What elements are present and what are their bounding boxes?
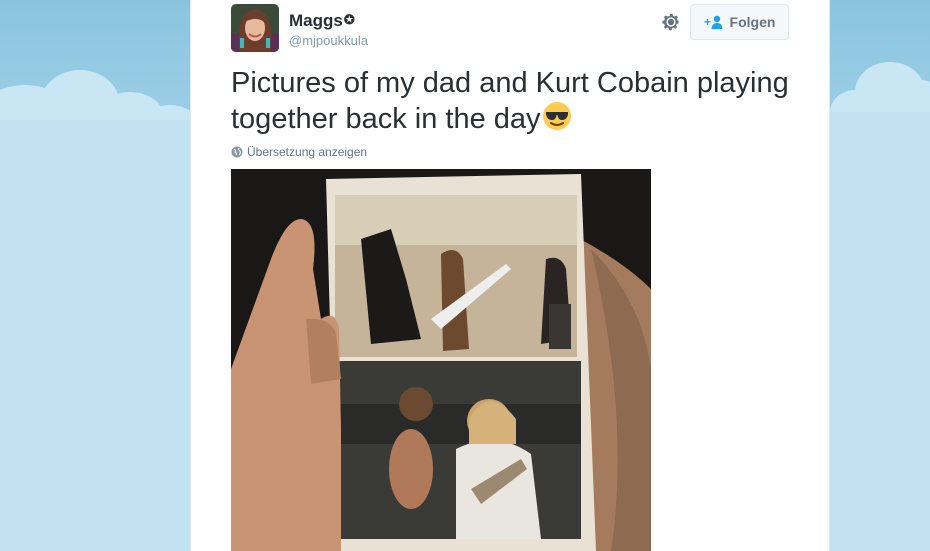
sunglasses-emoji-icon: [542, 101, 572, 131]
user-handle[interactable]: @mjpoukkula: [289, 33, 368, 48]
globe-icon: [231, 146, 243, 158]
add-user-icon: +: [704, 15, 723, 29]
cloud-base: [0, 120, 190, 551]
display-name[interactable]: Maggs✪: [289, 11, 355, 31]
gear-icon[interactable]: [660, 11, 682, 33]
translate-label: Übersetzung anzeigen: [247, 145, 368, 159]
follow-button[interactable]: + Folgen: [690, 4, 789, 40]
translate-link[interactable]: Übersetzung anzeigen: [231, 145, 367, 159]
tweet-card: Maggs✪ @mjpoukkula + Folgen Pictures of …: [190, 0, 830, 551]
tweet-text: Pictures of my dad and Kurt Cobain playi…: [231, 66, 791, 137]
tweet-photo[interactable]: [231, 169, 651, 551]
display-name-text: Maggs: [289, 11, 343, 30]
tweet-text-content: Pictures of my dad and Kurt Cobain playi…: [231, 67, 789, 135]
avatar[interactable]: [231, 4, 279, 52]
badge-icon: ✪: [343, 12, 355, 27]
cloud-base: [830, 112, 930, 551]
svg-text:+: +: [704, 15, 711, 29]
follow-label: Folgen: [729, 14, 776, 30]
background-left: [0, 0, 190, 551]
background-right: [830, 0, 930, 551]
